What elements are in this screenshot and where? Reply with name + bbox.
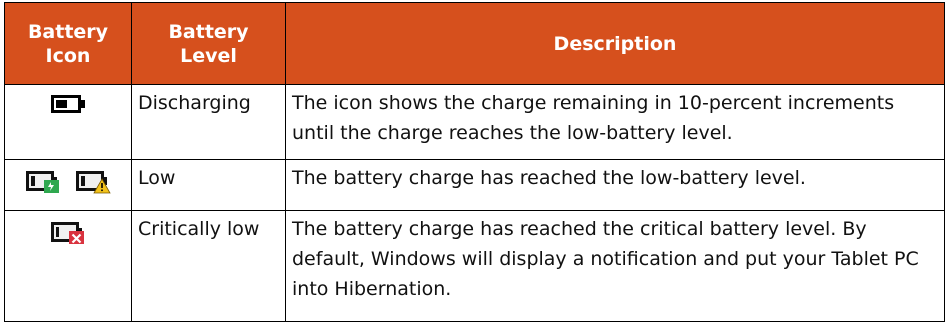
- description-cell: The battery charge has reached the criti…: [285, 210, 945, 322]
- battery-level-cell: Critically low: [131, 210, 286, 322]
- table-row: Discharging The icon shows the charge re…: [4, 84, 945, 160]
- battery-status-table: Battery Icon Battery Level Description D…: [4, 2, 945, 322]
- battery-low-plugged-icon: [25, 168, 61, 194]
- table-row: Critically low The battery charge has re…: [4, 210, 945, 322]
- battery-low-warning-icon: [75, 168, 111, 194]
- header-description: Description: [285, 2, 945, 85]
- table-header-row: Battery Icon Battery Level Description: [4, 2, 945, 85]
- header-battery-level: Battery Level: [131, 2, 286, 85]
- header-battery-icon: Battery Icon: [4, 2, 132, 85]
- battery-discharging-icon: [50, 93, 86, 115]
- header-battery-icon-line2: Icon: [45, 44, 91, 67]
- battery-level-cell: Low: [131, 159, 286, 211]
- description-cell: The battery charge has reached the low-b…: [285, 159, 945, 211]
- battery-level-cell: Discharging: [131, 84, 286, 160]
- table-row: Low The battery charge has reached the l…: [4, 159, 945, 211]
- icon-cell: [4, 159, 132, 211]
- header-battery-icon-line1: Battery: [27, 20, 109, 43]
- icon-cell: [4, 210, 132, 322]
- icon-cell: [4, 84, 132, 160]
- description-cell: The icon shows the charge remaining in 1…: [285, 84, 945, 160]
- battery-critical-icon: [50, 219, 86, 245]
